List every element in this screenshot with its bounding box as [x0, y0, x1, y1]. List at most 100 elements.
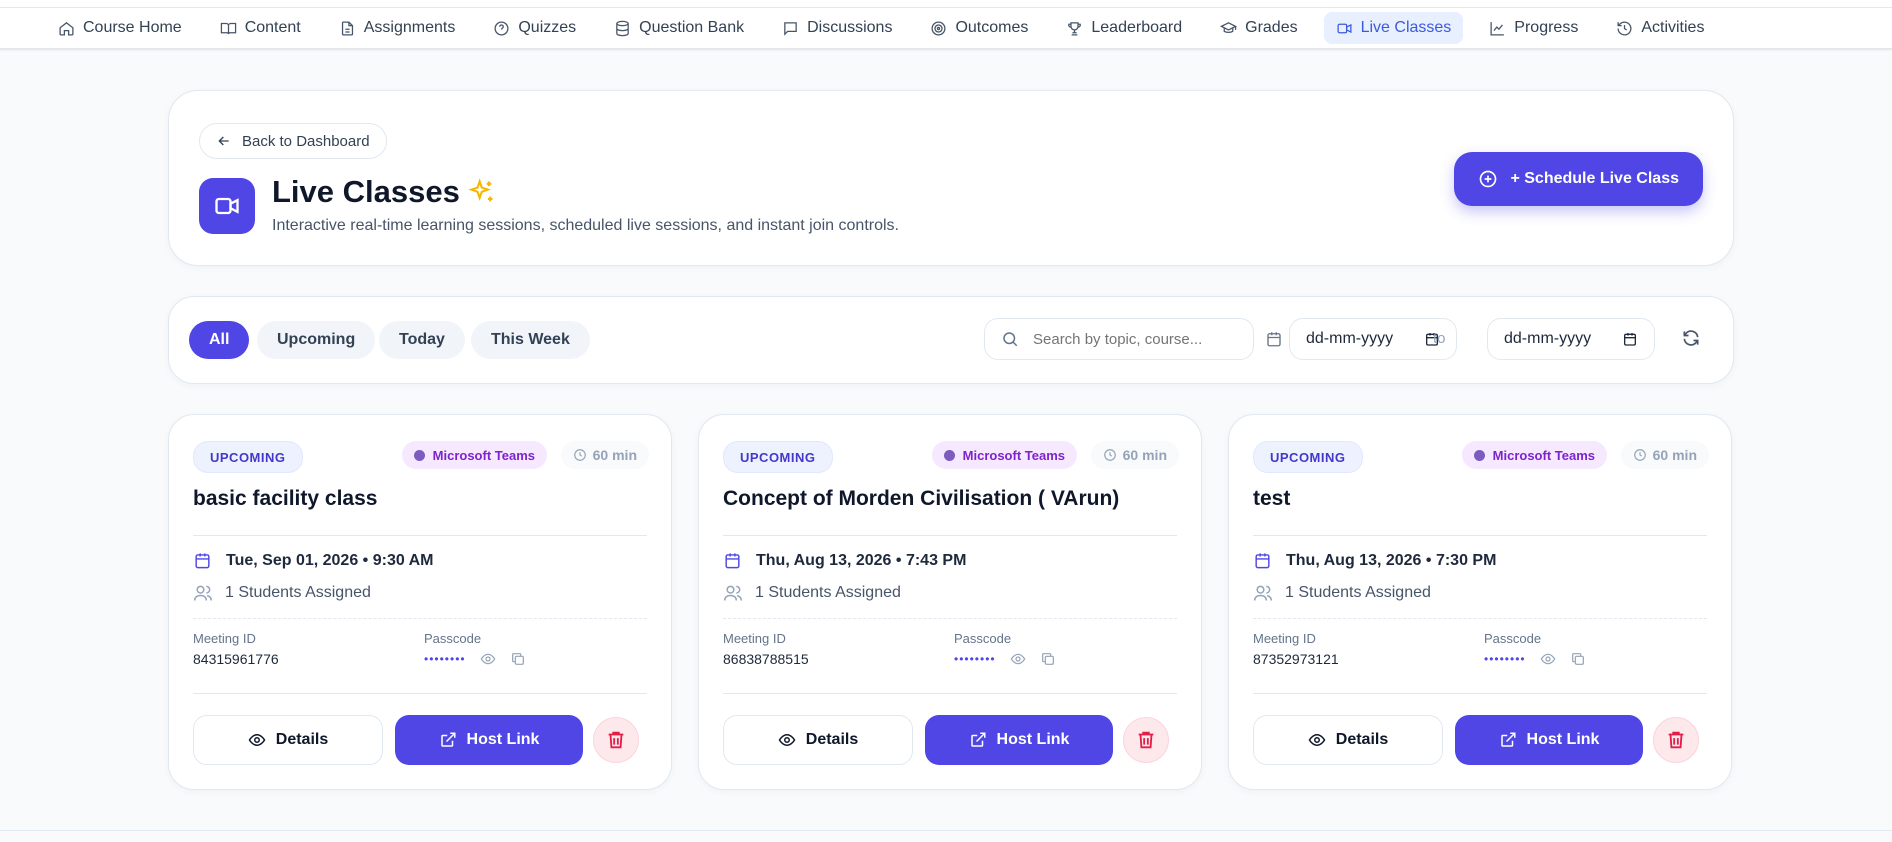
host-link-label: Host Link — [1526, 731, 1600, 748]
dashed-divider — [723, 618, 1177, 619]
nav-item-assignments[interactable]: Assignments — [327, 12, 468, 44]
status-badge: UPCOMING — [723, 441, 833, 473]
eye-icon[interactable] — [1540, 651, 1556, 667]
page-bottom-divider — [0, 830, 1892, 831]
copy-icon[interactable] — [1040, 651, 1056, 667]
nav-item-activities[interactable]: Activities — [1604, 12, 1716, 44]
teams-dot-icon — [943, 449, 955, 461]
class-datetime: Thu, Aug 13, 2026 • 7:30 PM — [1253, 551, 1496, 570]
passcode-mask: •••••••• — [1484, 652, 1526, 666]
video-icon — [1337, 23, 1352, 33]
nav-item-course-home[interactable]: Course Home — [46, 12, 194, 44]
date-to-label: to — [1433, 330, 1446, 347]
nav-item-leaderboard[interactable]: Leaderboard — [1054, 12, 1194, 44]
status-badge: UPCOMING — [193, 441, 303, 473]
filter-pill-this-week[interactable]: This Week — [471, 321, 590, 359]
passcode-label: Passcode — [954, 631, 1012, 646]
passcode-mask: •••••••• — [424, 652, 466, 666]
students-text: 1 Students Assigned — [1285, 584, 1431, 601]
header-card: Back to Dashboard Live Classes Interacti… — [168, 90, 1734, 266]
copy-icon[interactable] — [510, 651, 526, 667]
class-title: test — [1253, 487, 1291, 510]
delete-button[interactable] — [593, 717, 639, 763]
delete-button[interactable] — [1653, 717, 1699, 763]
nav-label: Question Bank — [639, 19, 745, 36]
nav-label: Course Home — [83, 19, 182, 36]
nav-item-live-classes[interactable]: Live Classes — [1323, 12, 1464, 44]
divider — [1253, 535, 1707, 536]
search-box — [984, 318, 1254, 360]
live-class-card: UPCOMING Microsoft Teams 60 min test Thu… — [1228, 414, 1732, 790]
nav-label: Assignments — [363, 19, 456, 36]
delete-button[interactable] — [1123, 717, 1169, 763]
search-input[interactable] — [1031, 329, 1225, 349]
clock-icon — [1633, 449, 1646, 461]
external-link-icon — [440, 732, 456, 747]
details-button[interactable]: Details — [723, 715, 913, 765]
refresh-button[interactable] — [1681, 328, 1705, 352]
schedule-label: + Schedule Live Class — [1510, 170, 1679, 187]
meeting-id-value: 87352973121 — [1253, 651, 1339, 667]
passcode-field: •••••••• — [424, 651, 526, 667]
datetime-text: Tue, Sep 01, 2026 • 9:30 AM — [226, 551, 434, 569]
eye-icon — [1308, 733, 1326, 747]
graduation-cap-icon — [1220, 21, 1238, 33]
host-link-button[interactable]: Host Link — [1455, 715, 1643, 765]
filter-pill-today[interactable]: Today — [379, 321, 465, 359]
class-title: basic facility class — [193, 487, 378, 510]
filter-pill-all[interactable]: All — [189, 321, 250, 359]
calendar-icon — [1267, 332, 1281, 347]
platform-badge: Microsoft Teams — [401, 441, 547, 469]
date-to-input[interactable]: dd-mm-yyyy — [1487, 318, 1655, 360]
filter-pill-upcoming[interactable]: Upcoming — [257, 321, 376, 359]
date-from-input[interactable]: dd-mm-yyyy — [1289, 318, 1457, 360]
arrow-left-icon — [218, 136, 229, 146]
live-class-card: UPCOMING Microsoft Teams 60 min Concept … — [698, 414, 1202, 790]
clock-icon — [1103, 449, 1116, 461]
meeting-id-label: Meeting ID — [193, 631, 256, 646]
details-label: Details — [805, 731, 859, 748]
nav-item-outcomes[interactable]: Outcomes — [918, 12, 1040, 44]
nav-item-grades[interactable]: Grades — [1208, 12, 1309, 44]
details-button[interactable]: Details — [193, 715, 383, 765]
nav-label: Outcomes — [955, 19, 1029, 36]
details-button[interactable]: Details — [1253, 715, 1443, 765]
nav-item-quizzes[interactable]: Quizzes — [481, 12, 588, 44]
target-icon — [931, 20, 946, 36]
nav-label: Live Classes — [1360, 19, 1452, 36]
host-link-button[interactable]: Host Link — [925, 715, 1113, 765]
class-datetime: Tue, Sep 01, 2026 • 9:30 AM — [193, 551, 433, 570]
copy-icon[interactable] — [1570, 651, 1586, 667]
students-assigned: 1 Students Assigned — [723, 583, 901, 603]
passcode-mask: •••••••• — [954, 652, 996, 666]
students-assigned: 1 Students Assigned — [1253, 583, 1431, 603]
nav-item-discussions[interactable]: Discussions — [770, 12, 904, 44]
host-link-button[interactable]: Host Link — [395, 715, 583, 765]
host-link-label: Host Link — [996, 731, 1070, 748]
nav-item-content[interactable]: Content — [208, 12, 313, 44]
meeting-id-value: 86838788515 — [723, 651, 809, 667]
nav-item-question-bank[interactable]: Question Bank — [602, 12, 756, 44]
duration-badge: 60 min — [1090, 441, 1179, 469]
message-icon — [784, 21, 797, 36]
eye-icon[interactable] — [480, 651, 496, 667]
divider — [723, 693, 1177, 694]
trash-icon — [1138, 731, 1154, 749]
details-label: Details — [275, 731, 329, 748]
database-icon — [616, 20, 629, 36]
passcode-field: •••••••• — [954, 651, 1056, 667]
details-label: Details — [1335, 731, 1389, 748]
meeting-id-label: Meeting ID — [1253, 631, 1316, 646]
passcode-label: Passcode — [1484, 631, 1542, 646]
class-datetime: Thu, Aug 13, 2026 • 7:43 PM — [723, 551, 966, 570]
platform-badge: Microsoft Teams — [931, 441, 1077, 469]
back-to-dashboard-button[interactable]: Back to Dashboard — [199, 123, 387, 159]
eye-icon[interactable] — [1010, 651, 1026, 667]
duration-badge: 60 min — [560, 441, 649, 469]
sparkles-icon — [468, 178, 493, 202]
schedule-live-class-button[interactable]: + Schedule Live Class — [1454, 152, 1703, 206]
dashed-divider — [193, 618, 647, 619]
eye-icon — [778, 733, 796, 747]
page-title-text: Live Classes — [272, 174, 460, 209]
nav-item-progress[interactable]: Progress — [1477, 12, 1590, 44]
